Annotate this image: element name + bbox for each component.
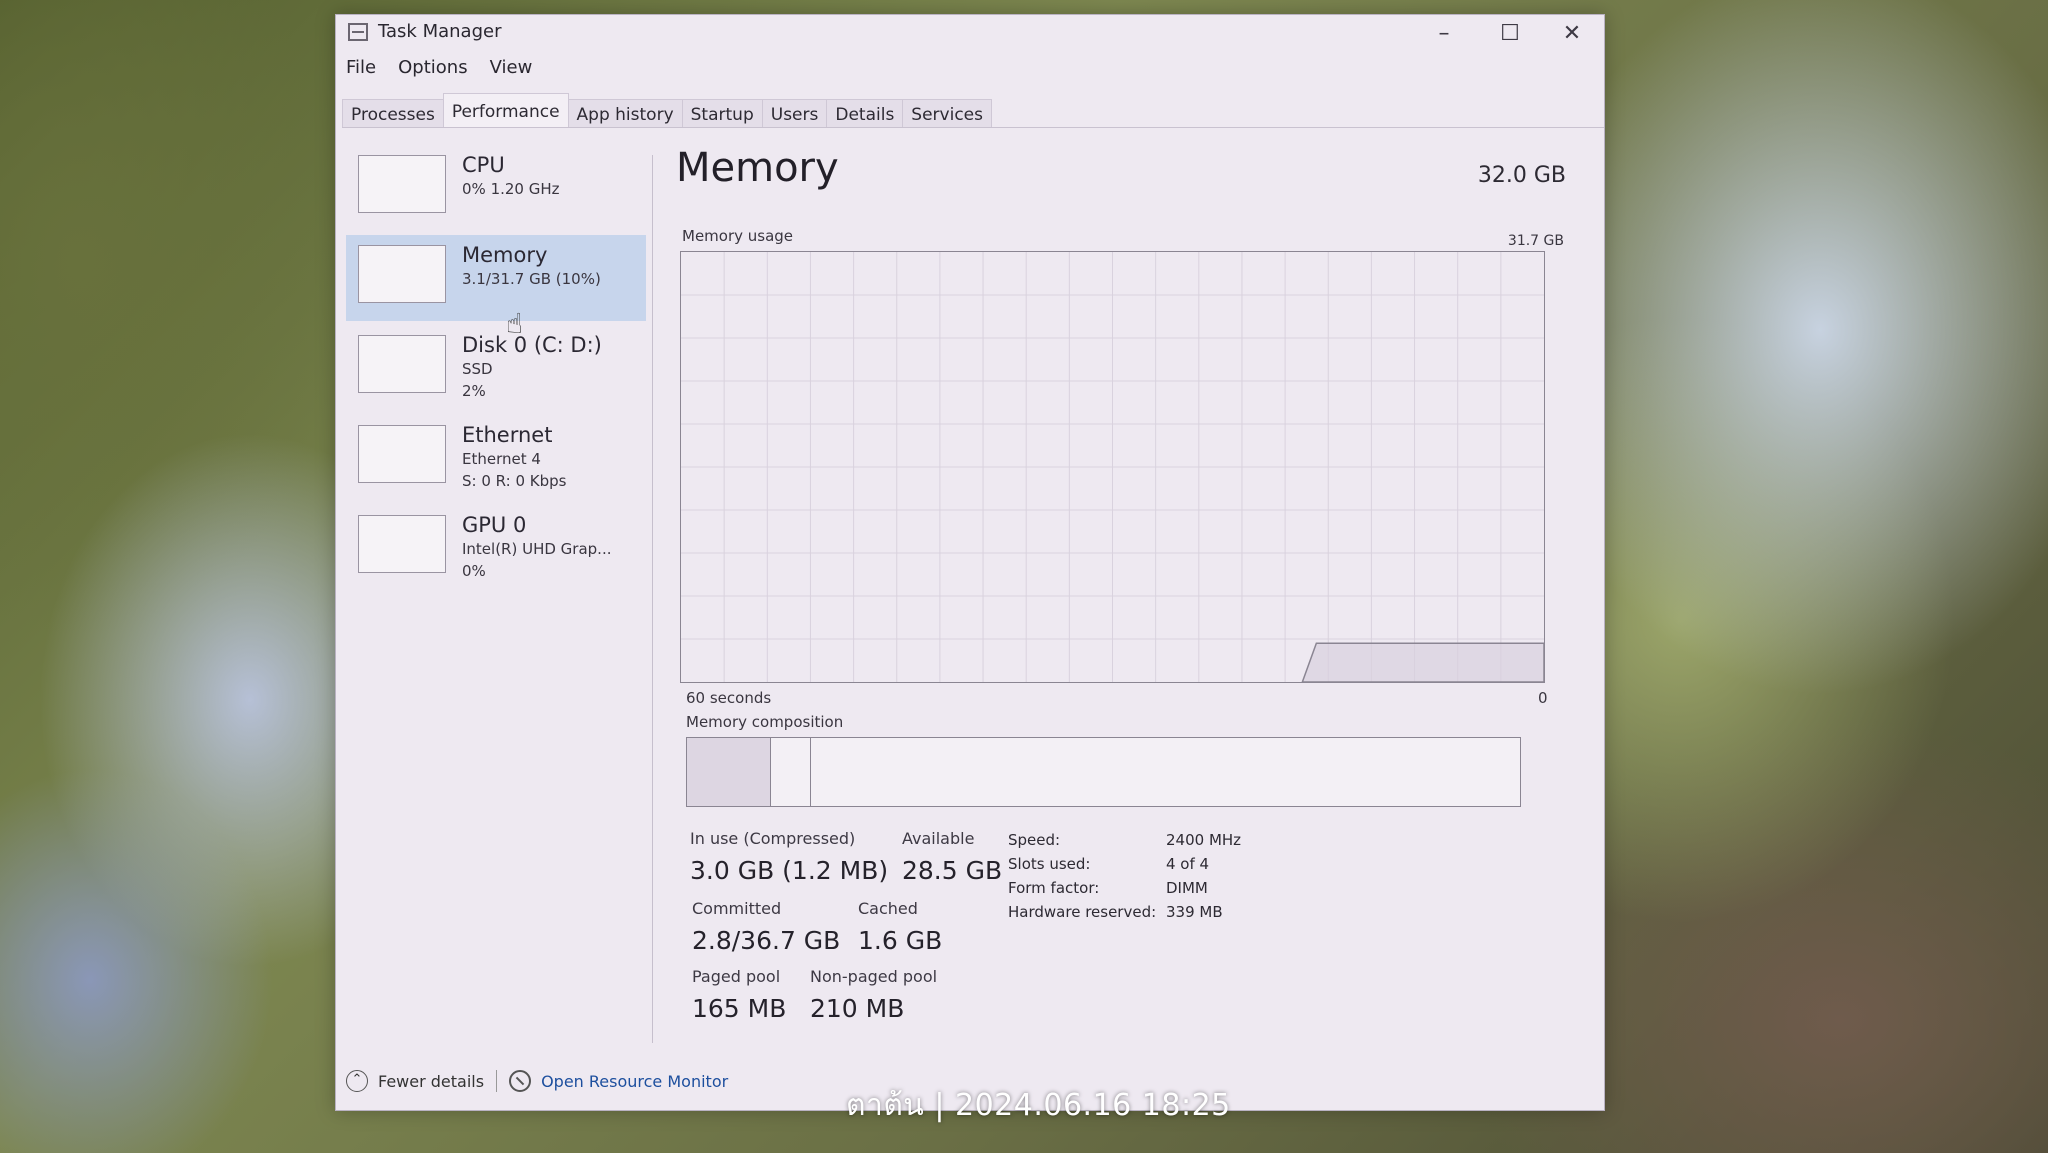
menu-options[interactable]: Options bbox=[398, 57, 467, 83]
sidebar-item-cpu[interactable]: CPU 0% 1.20 GHz bbox=[346, 145, 646, 231]
tab-app-history[interactable]: App history bbox=[567, 99, 683, 127]
sidebar-item-ethernet[interactable]: Ethernet Ethernet 4 S: 0 R: 0 Kbps bbox=[346, 415, 646, 501]
task-manager-icon bbox=[348, 23, 368, 41]
sidebar-item-detail: 0% 1.20 GHz bbox=[462, 180, 560, 198]
spec-row-form-factor: Form factor: DIMM bbox=[1008, 879, 1241, 903]
spec-row-speed: Speed: 2400 MHz bbox=[1008, 831, 1241, 855]
minimize-button[interactable]: – bbox=[1418, 19, 1470, 49]
title-bar[interactable]: Task Manager – ☐ ✕ bbox=[336, 15, 1604, 51]
spec-key: Speed: bbox=[1008, 831, 1061, 849]
spec-key: Slots used: bbox=[1008, 855, 1091, 873]
sidebar-item-detail: SSD bbox=[462, 360, 493, 378]
open-resource-monitor-link[interactable]: Open Resource Monitor bbox=[541, 1072, 728, 1091]
spec-value: 339 MB bbox=[1166, 903, 1223, 921]
stat-value: 210 MB bbox=[810, 994, 905, 1023]
pane-divider bbox=[652, 155, 653, 1043]
composition-modified bbox=[770, 738, 812, 806]
time-axis-end: 0 bbox=[1538, 689, 1548, 707]
stat-label: Cached bbox=[858, 899, 918, 918]
footer: ⌃ Fewer details Open Resource Monitor bbox=[346, 1070, 728, 1092]
composition-label: Memory composition bbox=[686, 713, 844, 731]
sidebar-item-title: CPU bbox=[462, 153, 505, 177]
stat-label: Available bbox=[902, 829, 975, 848]
gpu-mini-graph bbox=[358, 515, 446, 573]
stat-label: Non-paged pool bbox=[810, 967, 938, 986]
memory-pane: Memory 32.0 GB Memory usage 31.7 GB 60 s… bbox=[676, 145, 1584, 1030]
menu-file[interactable]: File bbox=[346, 57, 376, 83]
usage-graph-label: Memory usage bbox=[682, 227, 794, 245]
stat-cached: Cached 1.6 GB bbox=[858, 899, 942, 955]
spec-row-slots: Slots used: 4 of 4 bbox=[1008, 855, 1241, 879]
stat-value: 2.8/36.7 GB bbox=[692, 926, 841, 955]
sidebar-item-detail: 3.1/31.7 GB (10%) bbox=[462, 270, 601, 288]
tab-details[interactable]: Details bbox=[826, 99, 904, 127]
resource-monitor-icon[interactable] bbox=[509, 1070, 532, 1092]
sidebar-item-disk[interactable]: Disk 0 (C: D:) SSD 2% bbox=[346, 325, 646, 411]
fewer-details-link[interactable]: Fewer details bbox=[378, 1072, 484, 1091]
chevron-up-icon[interactable]: ⌃ bbox=[346, 1070, 368, 1092]
stat-value: 165 MB bbox=[692, 994, 787, 1023]
memory-mini-graph bbox=[358, 245, 446, 303]
tab-performance[interactable]: Performance bbox=[442, 93, 569, 127]
sidebar-item-gpu[interactable]: GPU 0 Intel(R) UHD Grap... 0% bbox=[346, 505, 646, 591]
composition-in-use bbox=[687, 738, 772, 806]
tab-processes[interactable]: Processes bbox=[342, 99, 444, 127]
spec-value: DIMM bbox=[1166, 879, 1208, 897]
sidebar-item-title: GPU 0 bbox=[462, 513, 527, 537]
menu-view[interactable]: View bbox=[490, 57, 533, 83]
memory-composition-bar bbox=[686, 737, 1521, 807]
task-manager-window: Task Manager – ☐ ✕ File Options View Pro… bbox=[335, 14, 1605, 1111]
sidebar-item-title: Memory bbox=[462, 243, 548, 267]
sidebar-item-title: Ethernet bbox=[462, 423, 553, 447]
stat-label: Committed bbox=[692, 899, 782, 918]
stat-value: 3.0 GB (1.2 MB) bbox=[690, 856, 889, 885]
sidebar-item-detail: 2% bbox=[462, 382, 486, 400]
spec-value: 2400 MHz bbox=[1166, 831, 1242, 849]
sidebar-item-detail: Intel(R) UHD Grap... bbox=[462, 540, 612, 558]
spec-row-hardware-reserved: Hardware reserved: 339 MB bbox=[1008, 903, 1241, 927]
stat-value: 28.5 GB bbox=[902, 856, 1003, 885]
stat-non-paged-pool: Non-paged pool 210 MB bbox=[810, 967, 937, 1023]
stat-label: Paged pool bbox=[692, 967, 781, 986]
tab-services[interactable]: Services bbox=[902, 99, 992, 127]
memory-specs: Speed: 2400 MHz Slots used: 4 of 4 Form … bbox=[1008, 831, 1241, 927]
tab-bar: Processes Performance App history Startu… bbox=[342, 93, 1604, 128]
menu-bar: File Options View bbox=[346, 57, 532, 83]
memory-usage-area bbox=[1301, 642, 1544, 682]
time-axis-start: 60 seconds bbox=[686, 689, 772, 707]
tab-startup[interactable]: Startup bbox=[681, 99, 763, 127]
photo-timestamp-watermark: ตาต้น | 2024.06.16 18:25 bbox=[846, 1088, 1231, 1123]
usage-graph-max: 31.7 GB bbox=[1507, 233, 1564, 249]
sidebar-item-title: Disk 0 (C: D:) bbox=[462, 333, 602, 357]
spec-value: 4 of 4 bbox=[1166, 855, 1210, 873]
cpu-mini-graph bbox=[358, 155, 446, 213]
footer-separator bbox=[496, 1070, 498, 1092]
sidebar-item-detail: S: 0 R: 0 Kbps bbox=[462, 472, 567, 490]
spec-key: Form factor: bbox=[1008, 879, 1100, 897]
stat-in-use: In use (Compressed) 3.0 GB (1.2 MB) bbox=[690, 829, 888, 885]
page-title: Memory bbox=[676, 145, 839, 191]
stat-committed: Committed 2.8/36.7 GB bbox=[692, 899, 840, 955]
window-title: Task Manager bbox=[378, 21, 502, 42]
spec-key: Hardware reserved: bbox=[1008, 903, 1157, 921]
sidebar-item-memory[interactable]: Memory 3.1/31.7 GB (10%) ☝ bbox=[346, 235, 646, 340]
stat-paged-pool: Paged pool 165 MB bbox=[692, 967, 786, 1023]
total-memory: 32.0 GB bbox=[1477, 163, 1566, 188]
sidebar-item-detail: 0% bbox=[462, 562, 486, 580]
memory-usage-chart bbox=[681, 252, 1544, 682]
stat-label: In use (Compressed) bbox=[690, 829, 856, 848]
maximize-button[interactable]: ☐ bbox=[1484, 19, 1536, 49]
tab-users[interactable]: Users bbox=[761, 99, 828, 127]
close-button[interactable]: ✕ bbox=[1546, 19, 1598, 49]
resource-sidebar: CPU 0% 1.20 GHz Memory 3.1/31.7 GB (10%)… bbox=[346, 145, 646, 595]
memory-usage-graph bbox=[680, 251, 1545, 683]
stat-available: Available 28.5 GB bbox=[902, 829, 1002, 885]
disk-mini-graph bbox=[358, 335, 446, 393]
stat-value: 1.6 GB bbox=[858, 926, 943, 955]
sidebar-item-detail: Ethernet 4 bbox=[462, 450, 541, 468]
ethernet-mini-graph bbox=[358, 425, 446, 483]
